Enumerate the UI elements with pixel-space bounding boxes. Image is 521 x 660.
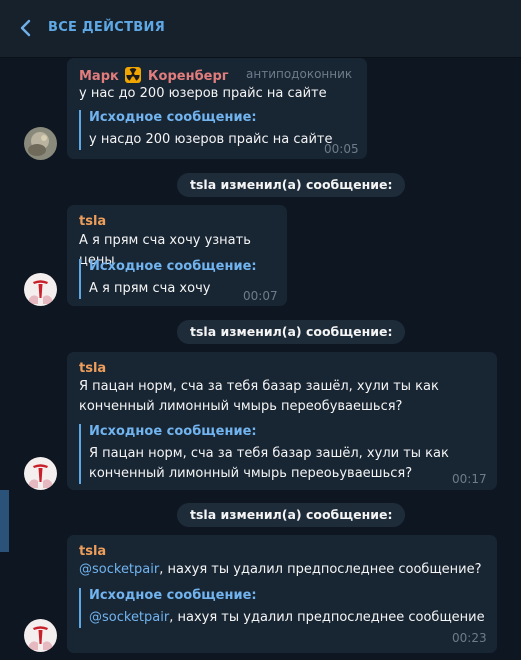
tesla-logo-icon bbox=[24, 457, 57, 490]
original-message-quote[interactable]: Исходное сообщение: Я пацан норм, сча за… bbox=[79, 424, 476, 484]
message-bubble[interactable]: tsla Я пацан норм, сча за тебя базар заш… bbox=[67, 352, 497, 490]
quote-text: @socketpair, нахуя ты удалил предпоследн… bbox=[89, 608, 485, 628]
message-time: 00:17 bbox=[452, 472, 487, 486]
tesla-logo-icon bbox=[24, 619, 57, 652]
quote-title: Исходное сообщение: bbox=[89, 259, 257, 274]
message-text: Я пацан норм, сча за тебя базар зашёл, х… bbox=[79, 379, 439, 414]
message-text: у нас до 200 юзеров прайс на сайте bbox=[79, 86, 327, 101]
header-bar: ВСЕ ДЕЙСТВИЯ bbox=[0, 0, 521, 58]
chevron-left-icon[interactable] bbox=[18, 19, 32, 37]
header-title[interactable]: ВСЕ ДЕЙСТВИЯ bbox=[48, 20, 165, 35]
service-message: tsla изменил(а) сообщение: bbox=[177, 503, 406, 527]
tesla-logo-icon bbox=[24, 273, 57, 306]
quote-text: Я пацан норм, сча за тебя базар зашёл, х… bbox=[89, 446, 449, 481]
original-message-quote[interactable]: Исходное сообщение: у насдо 200 юзеров п… bbox=[79, 110, 351, 150]
message-bubble[interactable]: tsla @socketpair, нахуя ты удалил предпо… bbox=[67, 535, 497, 653]
admin-badge: антиподоконник bbox=[246, 67, 353, 81]
message-bubble[interactable]: tsla А я прям сча хочу узнать цены Исход… bbox=[67, 205, 287, 306]
sender-name[interactable]: tsla bbox=[79, 544, 106, 559]
message-text-body: , нахуя ты удалил предпоследнее сообщени… bbox=[159, 562, 482, 577]
user-photo-icon bbox=[24, 127, 57, 160]
sender-last-name: Коренберг bbox=[147, 69, 229, 84]
message-text: @socketpair, нахуя ты удалил предпоследн… bbox=[79, 560, 489, 580]
quote-title: Исходное сообщение: bbox=[89, 424, 257, 439]
quote-title: Исходное сообщение: bbox=[89, 110, 257, 125]
quote-title: Исходное сообщение: bbox=[89, 588, 257, 603]
user-mention-link[interactable]: @socketpair bbox=[79, 562, 159, 577]
message-time: 00:07 bbox=[243, 289, 278, 303]
radioactive-icon bbox=[125, 67, 142, 83]
avatar[interactable] bbox=[24, 619, 57, 652]
sender-name[interactable]: Марк Коренберг bbox=[79, 67, 229, 84]
avatar[interactable] bbox=[24, 127, 57, 160]
original-message-quote[interactable]: Исходное сообщение: @socketpair, нахуя т… bbox=[79, 588, 485, 628]
service-message: tsla изменил(а) сообщение: bbox=[177, 320, 406, 344]
avatar[interactable] bbox=[24, 273, 57, 306]
message-time: 00:23 bbox=[452, 631, 487, 645]
avatar[interactable] bbox=[24, 457, 57, 490]
service-message: tsla изменил(а) сообщение: bbox=[177, 173, 406, 197]
scrollbar-thumb[interactable] bbox=[0, 490, 9, 552]
sender-first-name: Марк bbox=[79, 69, 119, 84]
message-time: 00:05 bbox=[324, 142, 359, 156]
user-mention-link[interactable]: @socketpair bbox=[89, 610, 169, 625]
sender-name[interactable]: tsla bbox=[79, 361, 106, 376]
sender-name[interactable]: tsla bbox=[79, 214, 106, 229]
message-bubble[interactable]: Марк Коренберг антиподоконник у нас до 2… bbox=[67, 58, 367, 159]
quote-text: у насдо 200 юзеров прайс на сайте bbox=[89, 132, 333, 147]
quote-text-body: , нахуя ты удалил предпоследнее сообщени… bbox=[169, 610, 485, 625]
